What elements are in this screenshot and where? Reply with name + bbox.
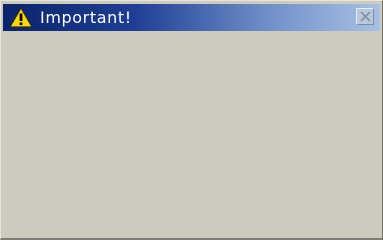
- title-bar[interactable]: Important!: [3, 4, 380, 31]
- warning-icon: [9, 7, 33, 28]
- dialog-title: Important!: [40, 8, 132, 27]
- close-button[interactable]: [356, 8, 374, 25]
- dialog-window: Important!: [0, 0, 383, 240]
- dialog-body: [3, 32, 380, 236]
- close-icon: [360, 11, 371, 22]
